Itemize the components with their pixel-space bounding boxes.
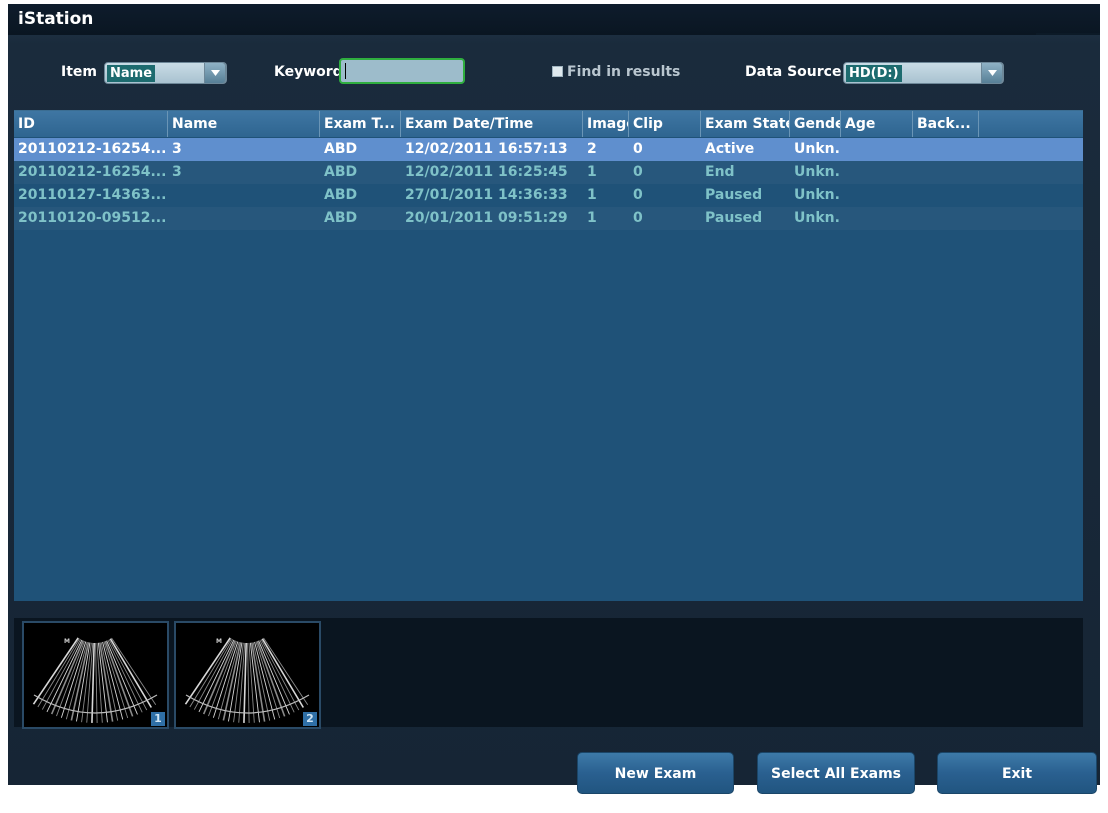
column-header-name[interactable]: Name (168, 111, 320, 137)
column-header-clip[interactable]: Clip (629, 111, 701, 137)
exit-button[interactable]: Exit (937, 752, 1097, 794)
cell-age (841, 207, 913, 230)
column-header-age[interactable]: Age (841, 111, 913, 137)
cell-id: 20110127-14363... (18, 187, 167, 203)
chevron-down-icon[interactable] (204, 62, 226, 84)
cell-datetime: 27/01/2011 14:36:33 (405, 187, 568, 203)
cell-id: 20110212-16254... (18, 141, 167, 157)
cell-name: 3 (172, 164, 182, 180)
column-header-back[interactable]: Back... (913, 111, 979, 137)
item-dropdown[interactable]: Name (104, 62, 227, 84)
cell-datetime: 12/02/2011 16:57:13 (405, 141, 568, 157)
cell-exam-type: ABD (324, 164, 358, 180)
table-header: ID Name Exam T... Exam Date/Time Image C… (14, 111, 1083, 137)
table-row[interactable]: 20110212-16254... 3 ABD 12/02/2011 16:57:13… (14, 138, 1083, 161)
column-header-exam-type[interactable]: Exam T... (320, 111, 401, 137)
cell-gender: Unkn... (794, 141, 841, 157)
cell-state: Active (705, 141, 755, 157)
data-source-dropdown[interactable]: HD(D:) (843, 62, 1004, 84)
column-header-exam-state[interactable]: Exam State (701, 111, 790, 137)
cell-state: Paused (705, 210, 763, 226)
table-row[interactable]: 20110127-14363... ABD 27/01/2011 14:36:33 1… (14, 184, 1083, 207)
thumbnail-strip: M 1 M 2 (14, 618, 1083, 729)
cell-age (841, 184, 913, 207)
keyword-input[interactable] (339, 58, 465, 84)
svg-text:M: M (216, 638, 222, 645)
cell-gender: Unkn... (794, 187, 841, 203)
cell-clip: 0 (633, 187, 643, 203)
ultrasound-image-icon: M (32, 637, 158, 723)
cell-clip: 0 (633, 210, 643, 226)
select-all-exams-button[interactable]: Select All Exams (757, 752, 915, 794)
cell-back (913, 138, 979, 161)
chevron-down-icon[interactable] (981, 62, 1003, 84)
svg-text:M: M (64, 638, 70, 645)
cell-clip: 0 (633, 164, 643, 180)
thumbnail-number: 2 (303, 712, 317, 726)
cell-exam-type: ABD (324, 210, 358, 226)
table-row[interactable]: 20110120-09512... ABD 20/01/2011 09:51:29 1… (14, 207, 1083, 230)
cell-state: Paused (705, 187, 763, 203)
ultrasound-image-icon: M (184, 637, 310, 723)
thumbnail-image[interactable]: M 1 (22, 621, 169, 729)
cell-back (913, 184, 979, 207)
cell-back (913, 161, 979, 184)
column-header-image[interactable]: Image (583, 111, 629, 137)
cell-id: 20110120-09512... (18, 210, 167, 226)
item-label: Item (61, 64, 97, 80)
column-header-exam-datetime[interactable]: Exam Date/Time (401, 111, 583, 137)
cell-datetime: 12/02/2011 16:25:45 (405, 164, 568, 180)
column-header-id[interactable]: ID (14, 111, 168, 137)
find-in-results-checkbox[interactable] (552, 66, 563, 77)
cell-name (168, 184, 320, 207)
cell-back (913, 207, 979, 230)
cell-exam-type: ABD (324, 141, 358, 157)
data-source-value: HD(D:) (846, 65, 902, 82)
cell-id: 20110212-16254... (18, 164, 167, 180)
item-dropdown-value: Name (107, 65, 156, 82)
new-exam-button[interactable]: New Exam (577, 752, 734, 794)
cell-image: 1 (587, 210, 597, 226)
table-row[interactable]: 20110212-16254... 3 ABD 12/02/2011 16:25:45… (14, 161, 1083, 184)
keyword-label: Keyword (274, 64, 343, 80)
cell-name (168, 207, 320, 230)
title-bar: iStation (8, 4, 1100, 35)
cell-clip: 0 (633, 141, 643, 157)
cell-gender: Unkn... (794, 210, 841, 226)
cell-exam-type: ABD (324, 187, 358, 203)
thumbnail-image[interactable]: M 2 (174, 621, 321, 729)
find-in-results-label: Find in results (567, 64, 681, 80)
data-source-label: Data Source (745, 64, 842, 80)
window-title: iStation (18, 9, 94, 29)
cell-gender: Unkn... (794, 164, 841, 180)
cell-datetime: 20/01/2011 09:51:29 (405, 210, 568, 226)
exam-list-table[interactable]: ID Name Exam T... Exam Date/Time Image C… (14, 110, 1083, 601)
cell-image: 2 (587, 141, 597, 157)
thumbnail-number: 1 (151, 712, 165, 726)
text-caret (345, 63, 346, 79)
cell-name: 3 (172, 141, 182, 157)
cell-state: End (705, 164, 735, 180)
cell-age (841, 161, 913, 184)
cell-image: 1 (587, 187, 597, 203)
column-header-gender[interactable]: Gender (790, 111, 841, 137)
cell-image: 1 (587, 164, 597, 180)
cell-age (841, 138, 913, 161)
